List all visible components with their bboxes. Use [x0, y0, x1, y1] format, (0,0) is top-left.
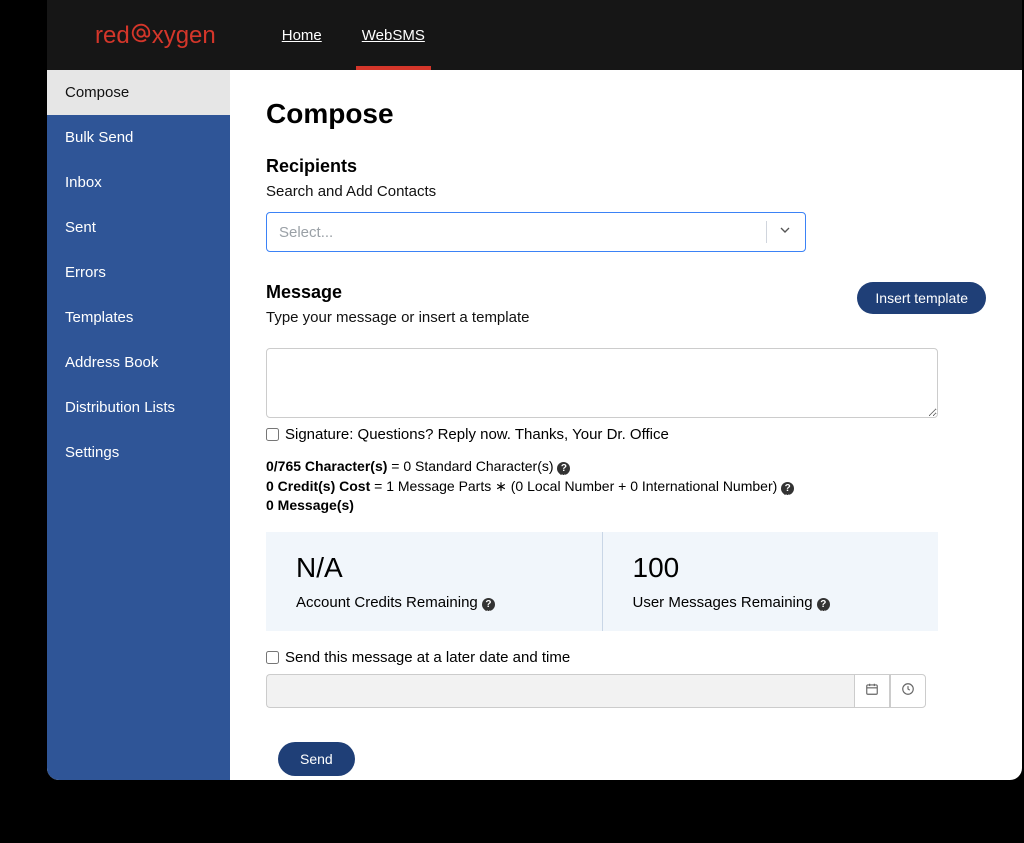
- credit-rest: = 1 Message Parts ∗ (0 Local Number + 0 …: [374, 478, 781, 494]
- select-divider: [766, 221, 767, 243]
- signature-row[interactable]: Signature: Questions? Reply now. Thanks,…: [266, 426, 986, 443]
- insert-template-button[interactable]: Insert template: [857, 282, 986, 314]
- nav-home[interactable]: Home: [276, 0, 328, 70]
- sidebar-item-errors[interactable]: Errors: [47, 250, 230, 295]
- stats-block: 0/765 Character(s) = 0 Standard Characte…: [266, 457, 986, 516]
- recipients-hint: Search and Add Contacts: [266, 183, 986, 200]
- brand-at-icon: [130, 22, 152, 51]
- schedule-checkbox[interactable]: [266, 651, 279, 664]
- card-account-credits: N/A Account Credits Remaining ?: [266, 532, 602, 631]
- recipients-heading: Recipients: [266, 156, 986, 177]
- help-icon[interactable]: ?: [482, 598, 495, 611]
- recipients-placeholder: Select...: [279, 224, 333, 241]
- schedule-label: Send this message at a later date and ti…: [285, 649, 570, 666]
- credit-cards: N/A Account Credits Remaining ? 100 User…: [266, 532, 938, 631]
- datetime-group: [266, 674, 926, 708]
- char-count-rest: = 0 Standard Character(s): [391, 458, 557, 474]
- sidebar-item-distribution-lists[interactable]: Distribution Lists: [47, 385, 230, 430]
- calendar-icon: [865, 682, 879, 700]
- sidebar-item-settings[interactable]: Settings: [47, 430, 230, 475]
- sidebar: Compose Bulk Send Inbox Sent Errors Temp…: [47, 70, 230, 780]
- brand-text-red: red: [95, 22, 130, 50]
- messages-count: 0 Message(s): [266, 497, 354, 513]
- user-messages-value: 100: [633, 552, 909, 584]
- signature-label: Signature: Questions? Reply now. Thanks,…: [285, 426, 669, 443]
- sidebar-item-address-book[interactable]: Address Book: [47, 340, 230, 385]
- sidebar-item-sent[interactable]: Sent: [47, 205, 230, 250]
- chevron-down-icon: [777, 222, 793, 242]
- help-icon[interactable]: ?: [557, 462, 570, 475]
- message-heading: Message: [266, 282, 529, 303]
- brand-logo: red xygen: [95, 21, 216, 50]
- send-button[interactable]: Send: [278, 742, 355, 776]
- sidebar-item-inbox[interactable]: Inbox: [47, 160, 230, 205]
- help-icon[interactable]: ?: [817, 598, 830, 611]
- brand-text-xygen: xygen: [152, 22, 216, 50]
- signature-checkbox[interactable]: [266, 428, 279, 441]
- user-messages-label: User Messages Remaining: [633, 594, 817, 611]
- page-title: Compose: [266, 98, 986, 130]
- account-credits-value: N/A: [296, 552, 572, 584]
- credit-bold: 0 Credit(s) Cost: [266, 478, 370, 494]
- datetime-input[interactable]: [266, 674, 854, 708]
- sidebar-item-compose[interactable]: Compose: [47, 70, 230, 115]
- message-hint: Type your message or insert a template: [266, 309, 529, 326]
- nav-websms[interactable]: WebSMS: [356, 0, 431, 70]
- account-credits-label: Account Credits Remaining: [296, 594, 482, 611]
- message-textarea[interactable]: [266, 348, 938, 418]
- char-count-bold: 0/765 Character(s): [266, 458, 387, 474]
- clock-icon: [901, 682, 915, 700]
- sidebar-item-bulk-send[interactable]: Bulk Send: [47, 115, 230, 160]
- top-bar: red xygen Home WebSMS: [47, 0, 1022, 70]
- sidebar-item-templates[interactable]: Templates: [47, 295, 230, 340]
- schedule-row[interactable]: Send this message at a later date and ti…: [266, 649, 986, 666]
- calendar-button[interactable]: [854, 674, 890, 708]
- time-button[interactable]: [890, 674, 926, 708]
- recipients-select[interactable]: Select...: [266, 212, 806, 252]
- help-icon[interactable]: ?: [781, 482, 794, 495]
- card-user-messages: 100 User Messages Remaining ?: [602, 532, 939, 631]
